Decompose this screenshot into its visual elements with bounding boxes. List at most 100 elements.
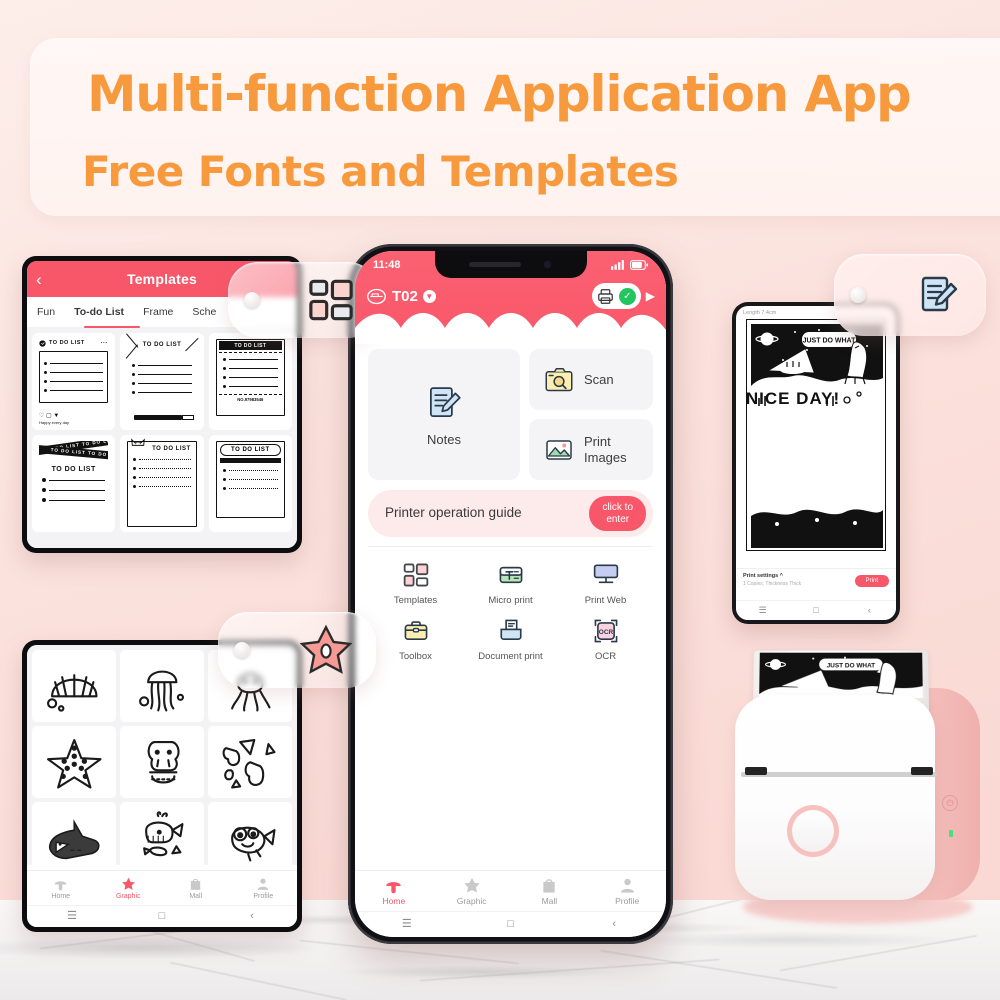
function-print-web[interactable]: Print Web bbox=[558, 558, 653, 606]
function-templates[interactable]: Templates bbox=[368, 558, 463, 606]
mushroom-icon bbox=[27, 877, 95, 892]
print-preview-paper[interactable]: JUST DO WHAT NICE DAY! bbox=[746, 319, 886, 551]
chevron-left-icon[interactable]: ‹ bbox=[36, 271, 42, 288]
nav-item-graphic[interactable]: Graphic bbox=[433, 877, 511, 906]
headline-banner: Multi-function Application App Free Font… bbox=[30, 38, 1000, 216]
templates-grid-icon bbox=[368, 558, 463, 591]
home-icon[interactable]: □ bbox=[459, 919, 563, 930]
artwork-title: NICE DAY! bbox=[747, 389, 840, 408]
preview-phone: Length 7.4cm JUST DO WHAT NICE DAY! Prin… bbox=[732, 302, 900, 624]
menu-icon[interactable]: ☰ bbox=[736, 606, 789, 615]
star-icon bbox=[433, 877, 511, 895]
system-nav-bar: ☰ □ ‹ bbox=[27, 905, 297, 927]
nav-label: Profile bbox=[253, 892, 274, 900]
bag-icon bbox=[162, 877, 230, 892]
status-led bbox=[949, 830, 953, 837]
nav-label: Mall bbox=[541, 895, 558, 906]
person-icon bbox=[230, 877, 298, 892]
function-toolbox[interactable]: Toolbox bbox=[368, 614, 463, 662]
page-title: Multi-function Application App bbox=[87, 65, 912, 123]
template-card[interactable]: TO DO LIST bbox=[120, 435, 204, 532]
bubble-knob bbox=[234, 642, 250, 658]
nav-label: Profile bbox=[615, 895, 640, 906]
menu-icon[interactable]: ☰ bbox=[355, 919, 459, 930]
template-social-icons: ♡ ▢ ▼ bbox=[39, 413, 60, 419]
function-label: OCR bbox=[594, 651, 617, 662]
tab-frame[interactable]: Frame bbox=[143, 306, 173, 318]
power-icon[interactable]: ⏻ bbox=[942, 795, 958, 811]
template-card[interactable]: TO DO LIST NO.97983546 bbox=[208, 333, 292, 430]
tile-print-images[interactable]: Print Images bbox=[529, 419, 653, 480]
function-label: Print Web bbox=[584, 595, 627, 606]
nav-item-home[interactable]: Home bbox=[355, 877, 433, 906]
template-card[interactable]: TO DO LIST bbox=[120, 333, 204, 430]
speaker-grill bbox=[469, 262, 521, 267]
home-icon[interactable]: □ bbox=[789, 606, 842, 615]
graphic-item-shark[interactable] bbox=[32, 802, 116, 865]
nav-item-profile[interactable]: Profile bbox=[230, 877, 298, 900]
tile-scan[interactable]: Scan bbox=[529, 349, 653, 410]
app-body: Notes Scan Print Images Printer operatio… bbox=[355, 343, 666, 881]
graphic-item-jellyfish[interactable] bbox=[120, 650, 204, 722]
function-micro-print[interactable]: Micro print bbox=[463, 558, 558, 606]
nav-label: Home bbox=[382, 895, 406, 906]
nav-item-graphic[interactable]: Graphic bbox=[95, 877, 163, 900]
system-nav-bar: ☰ □ ‹ bbox=[736, 600, 896, 620]
template-card[interactable]: TO DO LIST ⋯ ♡ ▢ ▼ Happy every day bbox=[32, 333, 116, 430]
menu-icon[interactable]: ☰ bbox=[27, 911, 117, 922]
chevron-up-icon[interactable]: ^ bbox=[780, 573, 783, 579]
home-icon[interactable]: □ bbox=[117, 911, 207, 922]
nav-item-profile[interactable]: Profile bbox=[588, 877, 666, 906]
back-icon[interactable]: ‹ bbox=[843, 606, 896, 615]
print-settings-text: Print settings bbox=[743, 573, 779, 579]
svg-text:OCR: OCR bbox=[598, 628, 613, 635]
device-name[interactable]: T02 bbox=[392, 288, 418, 305]
chevron-down-icon[interactable]: ▼ bbox=[422, 289, 436, 303]
chevron-right-icon[interactable]: ▶ bbox=[646, 289, 655, 303]
nav-item-mall[interactable]: Mall bbox=[511, 877, 589, 906]
function-label: Templates bbox=[393, 595, 438, 606]
tile-notes[interactable]: Notes bbox=[368, 349, 520, 480]
template-card[interactable]: TO DO LIST TO DO LIST TO DO LIST TO DO L… bbox=[32, 435, 116, 532]
nav-label: Graphic bbox=[115, 892, 141, 900]
check-circle-icon: ✓ bbox=[618, 287, 636, 305]
tab-fun[interactable]: Fun bbox=[37, 306, 55, 318]
nav-label: Home bbox=[51, 892, 71, 900]
tab-todo-list[interactable]: To-do List bbox=[74, 306, 124, 318]
template-card[interactable]: TO DO LIST bbox=[208, 435, 292, 532]
graphic-item-walrus[interactable] bbox=[120, 726, 204, 798]
nav-item-mall[interactable]: Mall bbox=[162, 877, 230, 900]
graphic-item-whale[interactable] bbox=[120, 802, 204, 865]
function-document-print[interactable]: Document print bbox=[463, 614, 558, 662]
nav-label: Graphic bbox=[456, 895, 487, 906]
bag-icon bbox=[511, 877, 589, 895]
device-row: T02 ▼ ✓ ▶ bbox=[355, 281, 666, 311]
back-icon[interactable]: ‹ bbox=[562, 919, 666, 930]
tab-schedule[interactable]: Sche bbox=[192, 306, 216, 318]
function-ocr[interactable]: OCR OCR bbox=[558, 614, 653, 662]
template-card-footer: Happy every day bbox=[39, 420, 70, 425]
notes-icon bbox=[430, 387, 461, 417]
click-to-enter-button[interactable]: click to enter bbox=[589, 496, 646, 531]
print-settings-bar: Print settings ^ 1 Copies, Thickness Thi… bbox=[736, 568, 896, 598]
nav-label: Mall bbox=[189, 892, 203, 900]
back-icon[interactable]: ‹ bbox=[207, 911, 297, 922]
graphic-item-walrus-pair[interactable] bbox=[208, 726, 292, 798]
printer-device-icon bbox=[367, 288, 386, 304]
tile-label: Print Images bbox=[584, 434, 627, 465]
template-card-title: TO DO LIST bbox=[51, 466, 96, 473]
printer-guide-bar[interactable]: Printer operation guide click to enter bbox=[368, 490, 653, 537]
device-status-pill[interactable]: ✓ bbox=[591, 283, 641, 309]
graphic-item-shell[interactable] bbox=[32, 650, 116, 722]
document-print-icon bbox=[463, 614, 558, 647]
graphic-item-starfish[interactable] bbox=[32, 726, 116, 798]
ocr-icon: OCR bbox=[558, 614, 653, 647]
nav-item-home[interactable]: Home bbox=[27, 877, 95, 900]
star-icon bbox=[300, 624, 352, 676]
printer-feed-button[interactable] bbox=[787, 805, 839, 857]
graphic-item-pufferfish[interactable] bbox=[208, 802, 292, 865]
print-button[interactable]: Print bbox=[854, 575, 889, 587]
function-label: Micro print bbox=[488, 595, 533, 606]
callout-notes bbox=[834, 254, 986, 336]
print-web-icon bbox=[558, 558, 653, 591]
